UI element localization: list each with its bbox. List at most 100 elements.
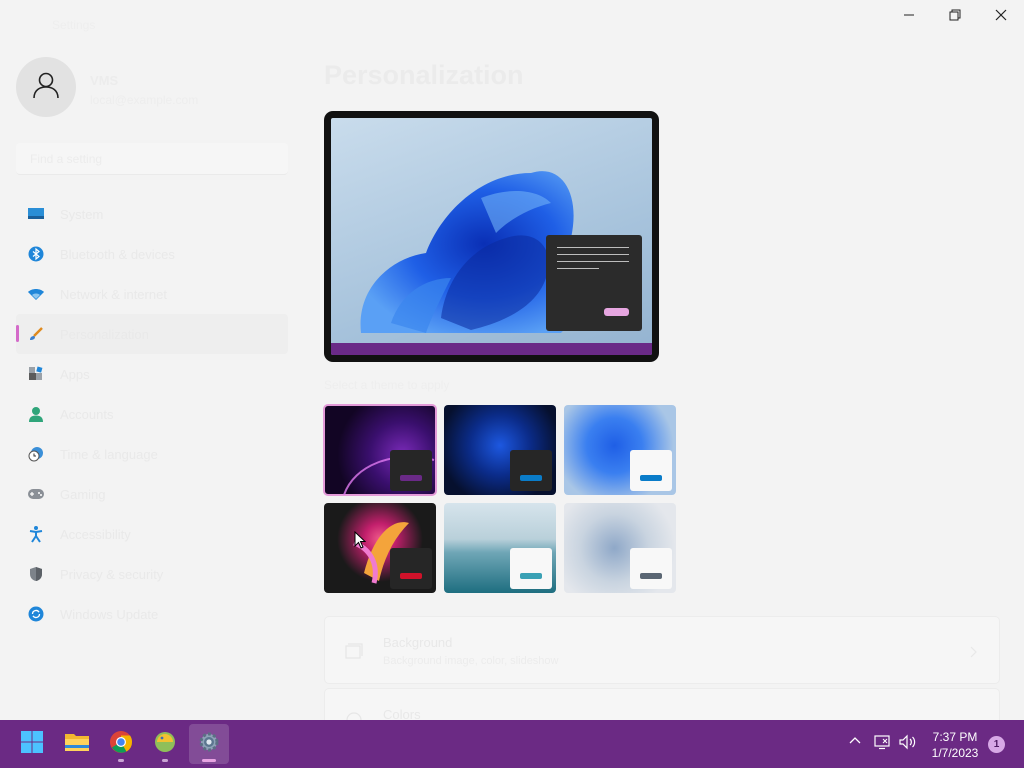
sidebar-item-system[interactable]: System [16, 194, 288, 234]
folder-icon [64, 731, 90, 758]
clock-date: 1/7/2023 [931, 746, 979, 760]
theme-windows-dark[interactable] [444, 405, 556, 495]
close-icon [995, 8, 1007, 26]
page-title: Personalization [324, 60, 524, 90]
notification-badge[interactable]: 1 [988, 736, 1005, 753]
profile-email: local@example.com [90, 93, 199, 107]
taskbar-chrome[interactable] [101, 724, 141, 764]
restore-button[interactable] [932, 4, 978, 30]
theme-grid [323, 404, 684, 593]
search-input[interactable]: Find a setting [16, 143, 288, 175]
sidebar-item-label: Personalization [60, 326, 149, 342]
preview-line [557, 268, 599, 269]
chevron-right-icon [969, 645, 977, 663]
shield-icon [16, 566, 56, 582]
theme-accent-swatch [400, 573, 422, 579]
sidebar-item-label: Gaming [60, 486, 106, 502]
preview-window [546, 235, 642, 331]
minimize-button[interactable] [886, 4, 932, 30]
preview-desktop [331, 118, 652, 355]
preview-taskbar [331, 343, 652, 355]
network-icon[interactable] [874, 734, 892, 755]
taskbar-clock[interactable]: 7:37 PM 1/7/2023 [920, 729, 990, 761]
background-image-icon [345, 643, 363, 666]
sidebar-item-bluetooth[interactable]: Bluetooth & devices [16, 234, 288, 274]
title-bar: Settings [0, 0, 1024, 34]
windows-start-icon [20, 730, 44, 759]
theme-sunrise[interactable] [564, 503, 676, 593]
account-icon [16, 406, 56, 422]
sidebar-item-windows-update[interactable]: Windows Update [16, 594, 288, 634]
theme-tile [390, 548, 432, 589]
app-title: Settings [52, 18, 96, 32]
preview-line [557, 261, 629, 262]
minimize-icon [903, 8, 915, 26]
theme-accent-swatch [520, 573, 542, 579]
volume-icon[interactable] [899, 734, 917, 755]
themes-label: Select a theme to apply [324, 378, 450, 392]
mouse-cursor-icon [354, 530, 367, 554]
sidebar-item-label: Accessibility [60, 526, 131, 542]
preview-accent-button [604, 308, 629, 316]
running-indicator [162, 759, 168, 762]
taskbar-file-explorer[interactable] [57, 724, 97, 764]
theme-accent-swatch [400, 475, 422, 481]
sidebar-nav: System Bluetooth & devices Network & int… [16, 194, 288, 634]
chrome-icon [109, 730, 133, 759]
preview-line [557, 247, 629, 248]
avatar[interactable] [16, 57, 76, 117]
theme-glow[interactable] [323, 404, 437, 496]
sidebar-item-label: System [60, 206, 104, 222]
monitor-icon [16, 207, 56, 221]
sidebar-item-network[interactable]: Network & internet [16, 274, 288, 314]
theme-accent-swatch [640, 573, 662, 579]
theme-captured-motion[interactable] [324, 503, 436, 593]
theme-accent-swatch [640, 475, 662, 481]
theme-tile [630, 450, 672, 491]
running-indicator [118, 759, 124, 762]
sidebar-item-label: Bluetooth & devices [60, 246, 175, 262]
taskbar-settings[interactable] [189, 724, 229, 764]
accessibility-icon [16, 525, 56, 543]
paintbrush-icon [16, 326, 56, 342]
sidebar-item-accessibility[interactable]: Accessibility [16, 514, 288, 554]
theme-tile [510, 548, 552, 589]
close-button[interactable] [978, 4, 1024, 30]
settings-gear-icon [197, 730, 221, 759]
restore-icon [949, 8, 961, 26]
theme-tile [390, 450, 432, 491]
sidebar-item-label: Windows Update [60, 606, 159, 622]
profile-name: VMS [90, 73, 119, 88]
taskbar-start-button[interactable] [12, 724, 52, 764]
sidebar-item-label: Network & internet [60, 286, 167, 302]
theme-flow[interactable] [444, 503, 556, 593]
sidebar-item-label: Accounts [60, 406, 114, 422]
theme-preview [324, 111, 659, 362]
wifi-icon [16, 287, 56, 301]
apps-icon [16, 366, 56, 382]
gamepad-icon [16, 488, 56, 500]
selection-indicator [16, 325, 19, 342]
sidebar-item-accounts[interactable]: Accounts [16, 394, 288, 434]
taskbar-python[interactable] [145, 724, 185, 764]
sidebar-item-label: Privacy & security [60, 566, 164, 582]
chevron-up-icon[interactable] [848, 734, 862, 753]
clock-globe-icon [16, 446, 56, 462]
card-subtitle: Background image, color, slideshow [383, 655, 559, 667]
theme-windows-light[interactable] [564, 405, 676, 495]
background-setting-card[interactable]: Background Background image, color, slid… [324, 616, 1000, 684]
sidebar-item-time-language[interactable]: Time & language [16, 434, 288, 474]
person-icon [31, 70, 61, 105]
sidebar-item-privacy[interactable]: Privacy & security [16, 554, 288, 594]
theme-accent-swatch [520, 475, 542, 481]
clock-time: 7:37 PM [932, 730, 978, 744]
sidebar-item-personalization[interactable]: Personalization [16, 314, 288, 354]
bluetooth-icon [16, 246, 56, 262]
sidebar-item-gaming[interactable]: Gaming [16, 474, 288, 514]
python-icon [153, 730, 177, 759]
card-title: Background [383, 635, 453, 650]
taskbar [0, 720, 1024, 768]
theme-tile [630, 548, 672, 589]
sidebar-item-apps[interactable]: Apps [16, 354, 288, 394]
running-indicator [202, 759, 216, 762]
